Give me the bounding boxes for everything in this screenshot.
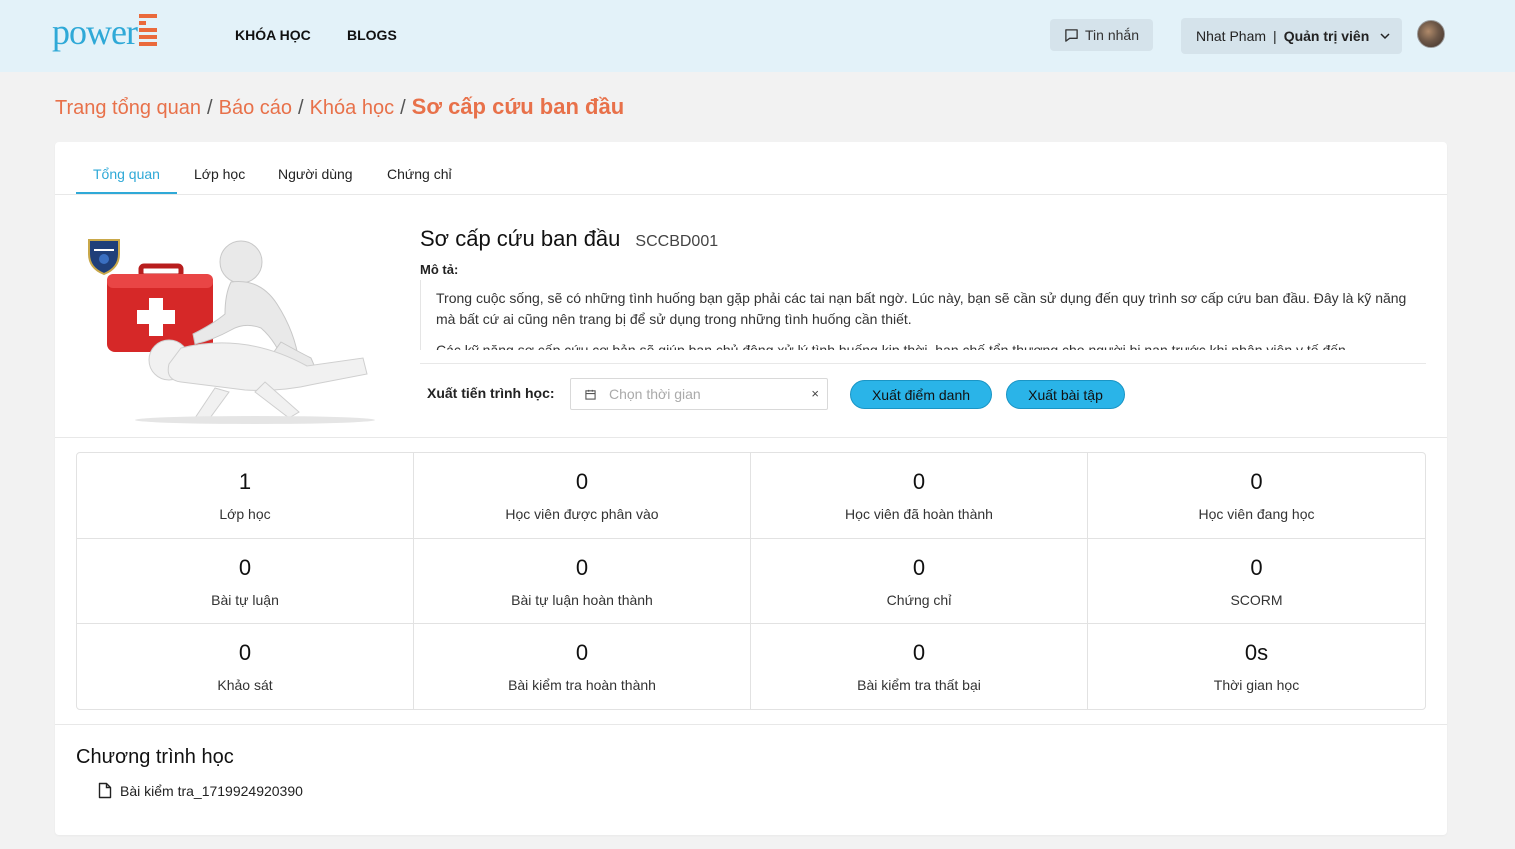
stat-cell: 0 Học viên đang học (1088, 453, 1425, 539)
stat-cell: 0 Bài kiểm tra hoàn thành (414, 624, 751, 709)
stat-value: 1 (238, 469, 252, 494)
tab-overview[interactable]: Tổng quan (93, 166, 160, 182)
stat-value: 0 (575, 555, 589, 580)
description-paragraph: Trong cuộc sống, sẽ có những tình huống … (436, 290, 1407, 327)
stat-value: 0 (1250, 555, 1263, 580)
program-item[interactable]: Bài kiểm tra_1719924920390 (98, 782, 303, 799)
stat-cell: 0 Bài tự luận hoàn thành (414, 539, 751, 624)
stat-label: Bài tự luận (211, 592, 279, 608)
tab-certificates[interactable]: Chứng chỉ (387, 166, 452, 182)
divider (420, 363, 1426, 364)
course-name: Sơ cấp cứu ban đầu (420, 226, 621, 251)
date-range-picker[interactable]: Chọn thời gian × (570, 378, 828, 410)
divider (55, 724, 1447, 725)
active-tab-indicator (76, 192, 177, 194)
stat-value: 0 (912, 640, 926, 665)
calendar-icon (585, 389, 596, 400)
user-menu-dropdown[interactable]: Nhat Pham | Quản trị viên (1181, 18, 1402, 54)
stat-cell: 1 Lớp học (77, 453, 414, 539)
breadcrumb: Trang tổng quan / Báo cáo / Khóa học / S… (55, 94, 624, 120)
breadcrumb-separator: / (207, 97, 213, 119)
stat-label: Thời gian học (1213, 677, 1300, 693)
stat-cell: 0 Học viên đã hoàn thành (751, 453, 1088, 539)
stat-label: Học viên đã hoàn thành (845, 506, 993, 522)
stat-value: 0 (238, 640, 252, 665)
stat-label: Bài tự luận hoàn thành (511, 592, 653, 608)
breadcrumb-separator: / (298, 97, 304, 119)
stat-value: 0 (575, 640, 589, 665)
description-scroll-area[interactable]: Trong cuộc sống, sẽ có những tình huống … (420, 280, 1426, 350)
stat-cell: 0 Học viên được phân vào (414, 453, 751, 539)
stat-value: 0 (1250, 469, 1263, 494)
stat-label: Học viên đang học (1198, 506, 1315, 522)
export-assignments-button[interactable]: Xuất bài tập (1006, 380, 1125, 409)
stat-label: Bài kiểm tra hoàn thành (508, 677, 656, 693)
program-item-label: Bài kiểm tra_1719924920390 (120, 782, 303, 799)
stat-cell: 0 Chứng chỉ (751, 539, 1088, 624)
divider (55, 437, 1447, 438)
stat-value: 0 (912, 469, 926, 494)
report-tabs: Tổng quan Lớp học Người dùng Chứng chỉ (55, 142, 1447, 195)
tab-classes[interactable]: Lớp học (194, 166, 245, 182)
tab-users[interactable]: Người dùng (278, 166, 353, 182)
patient-figure (148, 339, 368, 423)
stat-value: 0 (238, 555, 252, 580)
stat-label: Khảo sát (217, 677, 273, 693)
stat-value: 0 (912, 555, 926, 580)
nav-khoa-hoc[interactable]: KHÓA HỌC (235, 27, 311, 43)
stat-label: Bài kiểm tra thất bại (857, 677, 981, 693)
stats-grid: 1 Lớp học 0 Học viên được phân vào 0 Học viên… (76, 452, 1426, 710)
user-name: Nhat Pham (1196, 28, 1267, 44)
breadcrumb-separator: / (400, 97, 406, 119)
chat-bubble-icon (1064, 28, 1079, 43)
stat-label: Chứng chỉ (886, 592, 952, 608)
breadcrumb-current: Sơ cấp cứu ban đầu (411, 94, 625, 119)
course-code: SCCBD001 (635, 233, 719, 250)
stat-cell: 0s Thời gian học (1088, 624, 1425, 709)
stat-value: 0 (575, 469, 589, 494)
date-placeholder: Chọn thời gian (609, 386, 701, 402)
stat-label: SCORM (1230, 592, 1283, 608)
program-title: Chương trình học (76, 746, 234, 768)
breadcrumb-dashboard[interactable]: Trang tổng quan (55, 97, 201, 120)
clear-date-icon[interactable]: × (811, 386, 819, 401)
course-title: Sơ cấp cứu ban đầu SCCBD001 (420, 226, 718, 252)
power5-logo[interactable]: power (52, 10, 157, 50)
shield-badge-icon (88, 239, 120, 276)
file-icon (98, 782, 112, 799)
course-thumbnail (85, 232, 375, 424)
stat-value: 0s (1244, 640, 1269, 665)
stat-cell: 0 Khảo sát (77, 624, 414, 709)
logo-text: power (52, 12, 138, 52)
stat-cell: 0 SCORM (1088, 539, 1425, 624)
breadcrumb-reports[interactable]: Báo cáo (219, 97, 292, 120)
logo-five-mark (138, 14, 157, 46)
stat-cell: 0 Bài tự luận (77, 539, 414, 624)
description-paragraph: Các kỹ năng sơ cấp cứu cơ bản sẽ giúp bạ… (436, 342, 1350, 350)
messages-label: Tin nhắn (1085, 27, 1139, 43)
stat-cell: 0 Bài kiểm tra thất bại (751, 624, 1088, 709)
chevron-down-icon (1379, 30, 1391, 42)
nav-blogs[interactable]: BLOGS (347, 27, 397, 43)
export-progress-label: Xuất tiến trình học: (427, 385, 555, 401)
top-header: power KHÓA HỌC BLOGS Tin nhắn Nhat Pham … (0, 0, 1515, 72)
course-report-card: Tổng quan Lớp học Người dùng Chứng chỉ S… (55, 142, 1447, 835)
description-label: Mô tả: (420, 262, 459, 277)
breadcrumb-courses[interactable]: Khóa học (310, 97, 395, 120)
user-role: Quản trị viên (1283, 28, 1370, 44)
export-attendance-button[interactable]: Xuất điểm danh (850, 380, 992, 409)
user-avatar[interactable] (1417, 20, 1445, 48)
user-separator: | (1273, 28, 1277, 44)
messages-button[interactable]: Tin nhắn (1050, 19, 1153, 51)
stat-label: Học viên được phân vào (505, 506, 659, 522)
stat-label: Lớp học (219, 506, 271, 522)
